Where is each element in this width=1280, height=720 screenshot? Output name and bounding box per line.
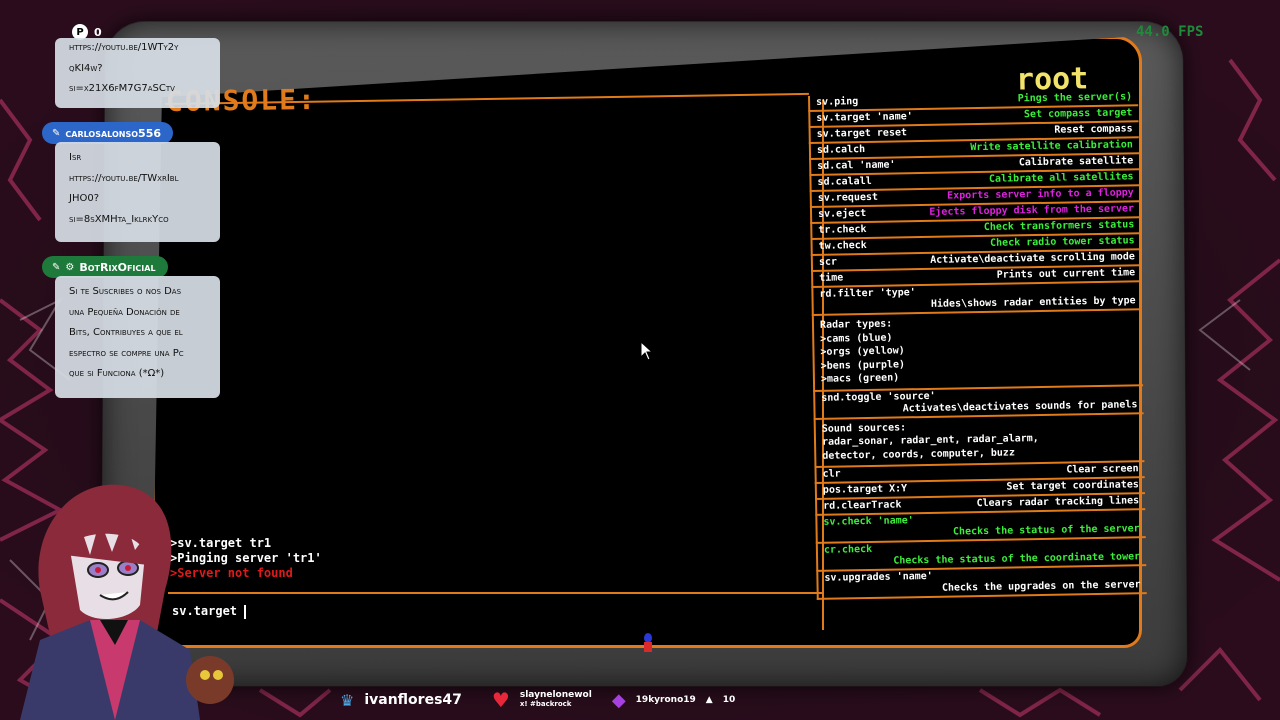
chat-username-badge: ✎ carlosalonso556 [42,122,174,144]
command-name: sv.request [817,191,879,204]
command-name: tr.check [818,224,867,236]
fps-counter: 44.0 FPS [1136,24,1204,40]
points-count: 0 [94,25,102,39]
command-list: sv.ping Pings the server(s) sv.target 'nam… [808,90,1142,288]
gem-icon: ◆ [611,689,626,711]
chat-message: https://youtu.be/1WTy2y qKI4w? si=x21X6f… [55,38,220,108]
command-desc: Check radio tower status [990,235,1135,249]
streamer-avatar [0,470,260,720]
command-desc: Ejects floppy disk from the server [929,203,1135,218]
command-desc: Activate\deactivate scrolling mode [930,251,1135,266]
command-name: tw.check [818,239,867,252]
triangle-icon: ▲ [705,695,713,705]
top-supporter-name: ivanflores47 [364,692,462,708]
command-desc: Checks the status of the server [952,523,1140,538]
command-name: time [819,272,844,284]
chat-message: Isr https://youtu.be/TWxrIbl JHO0? si=8s… [55,142,220,242]
chat-text-line: Si te Suscribes o nos Das [69,286,182,297]
crown-icon: ♛ [340,690,355,710]
command-desc: Checks the upgrades on the server [941,579,1141,594]
input-divider [168,592,823,594]
command-desc: Set target coordinates [1006,479,1139,493]
command-row: sv.upgrades 'name' Checks the upgrades on… [816,566,1147,600]
command-name: clr [822,468,841,480]
latest-followers: slaynelonewol x! #backrock [520,691,592,709]
command-name: pos.target X:Y [822,483,908,496]
radar-types-block: Radar types: >cams (blue) >orgs (yellow)… [811,310,1144,392]
command-desc: Pings the server(s) [1017,91,1133,105]
follower-name: slaynelonewol [519,690,592,700]
command-name: sv.target reset [816,127,908,140]
chat-text-line: JHO0? [69,193,100,205]
heart-icon: ♥ [491,688,510,712]
command-desc: Clear screen [1066,463,1139,476]
pencil-icon: ✎ [52,261,61,273]
chat-text-line: si=8sXMHta_IklrkYco [69,213,169,225]
chat-username: BotRixOficial [79,260,156,274]
command-desc: Calibrate all satellites [988,171,1134,185]
stream-events-bar: ♛ ivanflores47 ♥ slaynelonewol x! #backr… [340,686,735,714]
chat-text-line: que si Funciona (*Ω*) [69,368,165,380]
command-name: sd.calch [816,144,866,156]
chat-text-line: si=x21X6fM7G7aSCtv [69,83,175,95]
chat-username-badge: ✎ ⚙ BotRixOficial [42,256,168,278]
command-name: rd.filter 'type' [819,287,916,300]
command-desc: Set compass target [1023,107,1133,121]
sound-sources-block: Sound sources: radar_sonar, radar_ent, r… [813,413,1145,468]
chat-text-line: Bits, Contribuyes a que el [69,327,183,339]
command-desc: Write satellite calibration [970,139,1133,154]
command-name: sv.upgrades 'name' [824,570,933,584]
command-name: sv.check 'name' [823,515,914,528]
command-desc: Prints out current time [996,267,1136,281]
command-list: clr Clear screen pos.target X:Y Set target … [814,462,1146,516]
command-desc: Checks the status of the coordinate towe… [893,551,1141,567]
chat-message: Si te Suscribes o nos Das una Pequeña Do… [55,276,220,398]
command-list: sv.check 'name' Checks the status of the … [815,510,1147,600]
chat-text-line: una Pequeña Donación de [69,306,180,318]
command-name: cr.check [823,543,873,556]
chat-text-line: Isr [69,152,82,163]
command-name: sd.cal 'name' [817,159,896,172]
sub-count: 10 [722,695,736,705]
bot-icon: ⚙ [65,261,75,273]
command-name: rd.clearTrack [823,499,902,512]
command-name: sd.calall [817,175,872,188]
command-name: sv.eject [817,208,867,220]
command-desc: Hides\shows radar entities by type [930,295,1136,310]
chat-text-line: https://youtu.be/TWxrIbl [69,172,179,184]
command-desc: Check transformers status [983,219,1135,233]
command-row-rd-filter: rd.filter 'type' Hides\shows radar entit… [811,282,1142,316]
command-desc: Reset compass [1054,123,1133,136]
chat-username: carlosalonso556 [65,126,162,140]
chat-text-line: https://youtu.be/1WTy2y [69,42,179,53]
command-desc: Calibrate satellite [1018,155,1134,169]
command-desc: Clears radar tracking lines [976,495,1140,510]
command-desc: Activates\deactivates sounds for panels [902,398,1138,414]
command-help-panel: sv.ping Pings the server(s) sv.target 'nam… [808,90,1147,628]
follower-name: x! #backrock [519,700,572,708]
command-desc: Exports server info to a floppy [947,187,1134,202]
chat-text-line: qKI4w? [69,62,103,74]
sub-name: 19kyrono19 [635,695,696,705]
mouse-cursor-icon [640,340,654,365]
chat-text-line: espectro se compre una Pc [69,347,184,359]
command-name: sv.target 'name' [816,111,913,124]
command-name: sv.ping [816,96,859,108]
command-row-snd-toggle: snd.toggle 'source' Activates\deactivate… [813,385,1144,420]
command-name: scr [818,256,838,268]
pencil-icon: ✎ [52,127,61,139]
player-marker-icon [642,632,654,660]
